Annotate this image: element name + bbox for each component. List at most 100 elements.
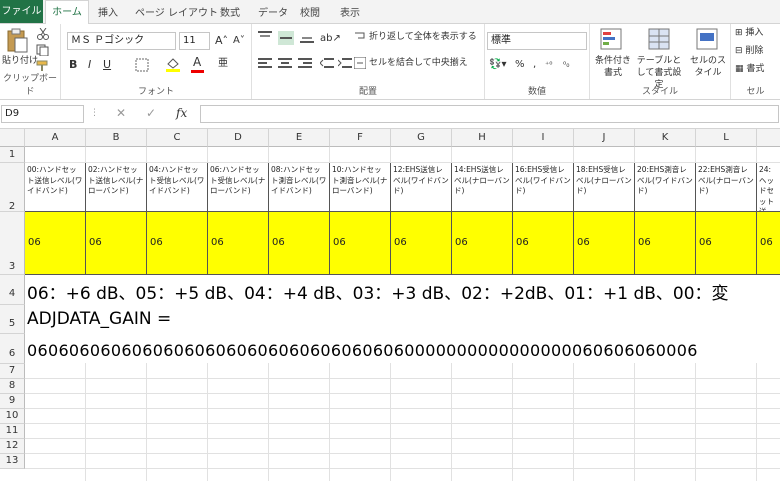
tab-page-layout[interactable]: ページ レイアウト <box>135 4 218 19</box>
percent-button[interactable]: % <box>515 58 525 71</box>
row-header-10[interactable]: 10 <box>0 409 25 424</box>
align-right-icon[interactable] <box>298 57 312 69</box>
fill-color-icon[interactable] <box>165 56 181 72</box>
formula-bar-options[interactable]: ⋮ <box>90 107 99 120</box>
col-header-h[interactable]: H <box>452 129 513 147</box>
paste-button[interactable]: 貼り付け <box>2 55 38 68</box>
cell-g3[interactable]: 06 <box>391 212 452 275</box>
cell-j2[interactable]: 18:EHS受信レベル(ナローバンド) <box>574 163 635 212</box>
cut-icon[interactable] <box>36 28 50 40</box>
accounting-format-button[interactable]: 💱▾ <box>489 58 506 71</box>
col-header-a[interactable]: A <box>25 129 86 147</box>
format-cells-button[interactable]: ▦ 書式 <box>735 63 764 76</box>
tab-view[interactable]: 表示 <box>340 4 360 19</box>
cell-a5[interactable]: ADJDATA_GAIN = <box>27 309 171 329</box>
insert-function-icon[interactable]: fx <box>176 107 187 120</box>
increase-indent-icon[interactable] <box>338 57 352 69</box>
cell-f3[interactable]: 06 <box>330 212 391 275</box>
row-header-9[interactable]: 9 <box>0 394 25 409</box>
col-header-i[interactable]: I <box>513 129 574 147</box>
col-header-f[interactable]: F <box>330 129 391 147</box>
cell-i3[interactable]: 06 <box>513 212 574 275</box>
tab-review[interactable]: 校閲 <box>300 4 320 19</box>
col-header-c[interactable]: C <box>147 129 208 147</box>
col-header-m[interactable] <box>757 129 780 147</box>
row-header-2[interactable]: 2 <box>0 163 25 212</box>
row-header-7[interactable]: 7 <box>0 364 25 379</box>
tab-home[interactable]: ホーム <box>45 0 89 24</box>
cell-m3[interactable]: 06 <box>757 212 780 275</box>
font-size-select[interactable]: 11 <box>179 32 210 50</box>
row-header-5[interactable]: 5 <box>0 305 25 334</box>
align-top-icon[interactable] <box>258 31 272 43</box>
cell-e2[interactable]: 08:ハンドセット測音レベル(ワイドバンド) <box>269 163 330 212</box>
comma-button[interactable]: , <box>533 58 536 71</box>
cell-e3[interactable]: 06 <box>269 212 330 275</box>
orientation-button[interactable]: ab↗ <box>320 32 341 45</box>
cell-a2[interactable]: 00:ハンドセット送信レベル(ワイドバンド) <box>25 163 86 212</box>
row-header-1[interactable]: 1 <box>0 147 25 163</box>
phonetic-button[interactable]: 亜 <box>218 57 228 70</box>
decrease-decimal-button[interactable]: ⁰₀ <box>563 58 569 71</box>
number-format-select[interactable]: 標準 <box>487 32 587 50</box>
tab-formulas[interactable]: 数式 <box>220 4 240 19</box>
col-header-l[interactable]: L <box>696 129 757 147</box>
format-as-table-icon[interactable] <box>648 28 670 50</box>
bold-button[interactable]: B <box>69 58 77 71</box>
italic-button[interactable]: I <box>88 58 91 71</box>
copy-icon[interactable] <box>36 44 50 56</box>
cell-l3[interactable]: 06 <box>696 212 757 275</box>
cell-i2[interactable]: 16:EHS受信レベル(ワイドバンド) <box>513 163 574 212</box>
col-header-e[interactable]: E <box>269 129 330 147</box>
cancel-icon[interactable]: ✕ <box>116 107 126 120</box>
font-color-button[interactable]: A <box>193 56 201 69</box>
merge-center-button[interactable]: セルを結合して中央揃え <box>369 57 468 70</box>
row-header-3[interactable]: 3 <box>0 212 25 275</box>
cell-a6[interactable]: 0606060606060606060606060606060606060000… <box>27 341 698 360</box>
col-header-g[interactable]: G <box>391 129 452 147</box>
cell-c3[interactable]: 06 <box>147 212 208 275</box>
grow-font-button[interactable]: A˄ <box>215 34 228 47</box>
shrink-font-button[interactable]: A˅ <box>233 34 245 47</box>
increase-decimal-button[interactable]: ⁺⁰ <box>545 58 552 71</box>
cell-a4[interactable]: 06：+6 dB、05：+5 dB、04：+4 dB、03：+3 dB、02：+… <box>27 279 729 304</box>
cell-j3[interactable]: 06 <box>574 212 635 275</box>
enter-icon[interactable]: ✓ <box>146 107 156 120</box>
conditional-format-icon[interactable] <box>600 28 622 50</box>
cell-d2[interactable]: 06:ハンドセット受信レベル(ナローバンド) <box>208 163 269 212</box>
cell-g2[interactable]: 12:EHS送信レベル(ワイドバンド) <box>391 163 452 212</box>
cell-d3[interactable]: 06 <box>208 212 269 275</box>
conditional-format-button[interactable]: 条件付き書式 <box>594 55 632 79</box>
align-bottom-icon[interactable] <box>300 31 314 43</box>
cell-c2[interactable]: 04:ハンドセット受信レベル(ワイドバンド) <box>147 163 208 212</box>
tab-file[interactable]: ファイル <box>0 0 43 23</box>
formula-input[interactable] <box>200 105 779 123</box>
row-header-12[interactable]: 12 <box>0 439 25 454</box>
cell-l2[interactable]: 22:EHS測音レベル(ナローバンド) <box>696 163 757 212</box>
cell-h3[interactable]: 06 <box>452 212 513 275</box>
cell-m2[interactable]: 24:ヘッドセット送 <box>757 163 780 212</box>
cell-b3[interactable]: 06 <box>86 212 147 275</box>
cell-b2[interactable]: 02:ハンドセット送信レベル(ナローバンド) <box>86 163 147 212</box>
row-header-4[interactable]: 4 <box>0 275 25 305</box>
cell-a3[interactable]: 06 <box>25 212 86 275</box>
row-header-11[interactable]: 11 <box>0 424 25 439</box>
col-header-d[interactable]: D <box>208 129 269 147</box>
insert-cells-button[interactable]: ⊞ 挿入 <box>735 27 763 40</box>
cell-k2[interactable]: 20:EHS測音レベル(ワイドバンド) <box>635 163 696 212</box>
tab-data[interactable]: データ <box>258 4 288 19</box>
underline-button[interactable]: U <box>103 58 111 71</box>
align-center-icon[interactable] <box>278 57 292 69</box>
wrap-text-button[interactable]: 折り返して全体を表示する <box>369 31 477 44</box>
font-name-select[interactable]: ＭＳ Ｐゴシック <box>67 32 176 50</box>
decrease-indent-icon[interactable] <box>320 57 334 69</box>
borders-icon[interactable] <box>135 58 149 72</box>
select-all-corner[interactable] <box>0 129 25 147</box>
cell-k3[interactable]: 06 <box>635 212 696 275</box>
cell-styles-button[interactable]: セルのスタイル <box>688 55 728 79</box>
align-left-icon[interactable] <box>258 57 272 69</box>
row-header-8[interactable]: 8 <box>0 379 25 394</box>
col-header-b[interactable]: B <box>86 129 147 147</box>
cell-h2[interactable]: 14:EHS送信レベル(ナローバンド) <box>452 163 513 212</box>
row-header-13[interactable]: 13 <box>0 454 25 469</box>
